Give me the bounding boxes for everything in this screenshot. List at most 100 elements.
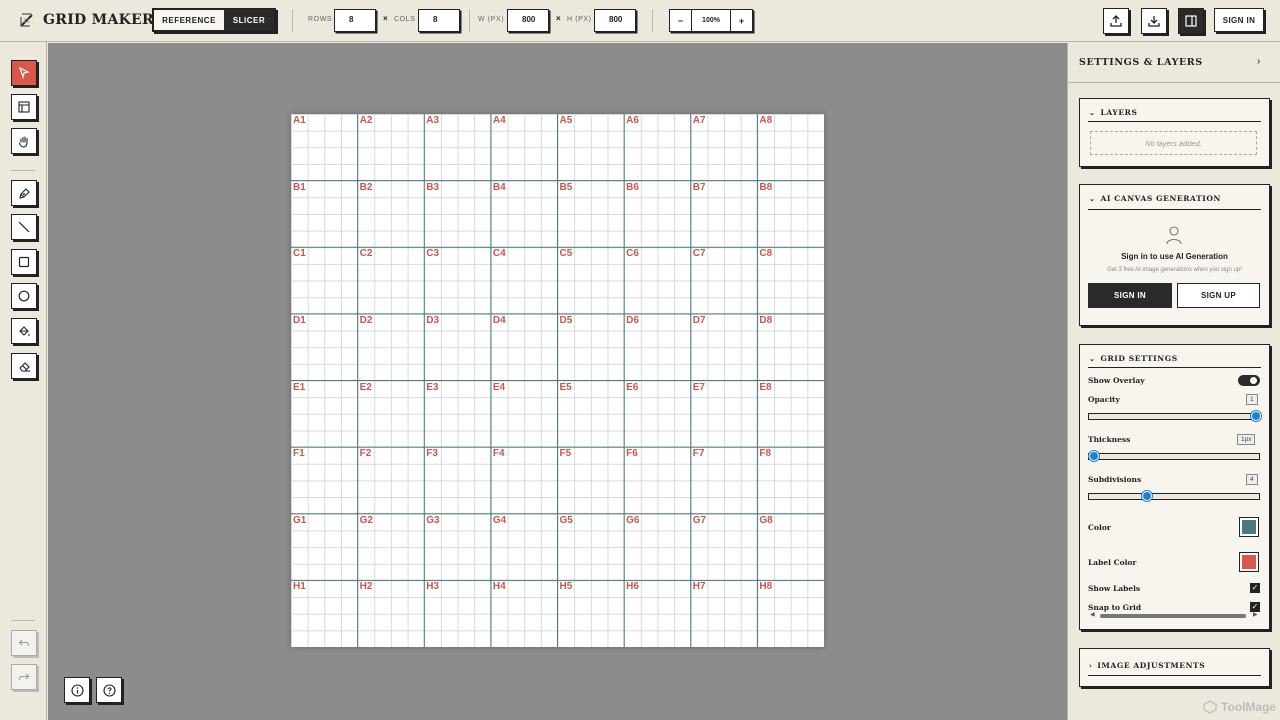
ai-sign-in-button[interactable]: SIGN IN bbox=[1088, 283, 1172, 308]
cell-label: B5 bbox=[559, 181, 573, 193]
cell-label: E3 bbox=[426, 381, 439, 393]
grid-settings-header[interactable]: ⌄ GRID SETTINGS bbox=[1089, 354, 1178, 363]
chevron-right-icon[interactable]: › bbox=[1257, 56, 1260, 67]
scroll-left-icon[interactable]: ◀ bbox=[1090, 611, 1095, 618]
height-input[interactable]: 800 bbox=[594, 9, 636, 32]
scroll-right-icon[interactable]: ▶ bbox=[1253, 611, 1258, 618]
undo-button[interactable] bbox=[11, 630, 37, 656]
ellipse-tool[interactable] bbox=[11, 283, 37, 309]
cursor-icon bbox=[19, 67, 30, 79]
cell-label: D7 bbox=[692, 314, 706, 326]
cell-label: F8 bbox=[759, 448, 772, 460]
fill-tool[interactable] bbox=[11, 318, 37, 344]
cols-input[interactable]: 8 bbox=[418, 9, 460, 32]
canvas-area[interactable]: A1 A2 A3 A4 A5 A6 A7 A8 B1 B2 B3 B4 B5 B6 B7 B8 C1 C2 C3 C4… bbox=[48, 43, 1067, 720]
export-button[interactable] bbox=[1103, 8, 1129, 34]
upload-icon bbox=[1110, 15, 1122, 27]
pen-tool[interactable] bbox=[11, 180, 37, 206]
divider bbox=[1088, 675, 1261, 676]
mode-slicer-button[interactable]: SLICER bbox=[224, 10, 274, 30]
show-labels-checkbox[interactable]: ✓ bbox=[1250, 583, 1260, 593]
opacity-slider[interactable] bbox=[1088, 411, 1261, 421]
cell-label: D8 bbox=[759, 314, 773, 326]
rows-input[interactable]: 8 bbox=[334, 9, 376, 32]
ai-generation-card: ⌄ AI CANVAS GENERATION Sign in to use AI … bbox=[1079, 184, 1270, 326]
cell-label: C6 bbox=[626, 248, 639, 260]
toolmage-logo-icon bbox=[1203, 700, 1217, 714]
download-icon bbox=[1148, 16, 1160, 27]
cell-label: B6 bbox=[626, 181, 639, 193]
image-adjustments-header[interactable]: › IMAGE ADJUSTMENTS bbox=[1089, 661, 1205, 670]
ai-sign-up-button[interactable]: SIGN UP bbox=[1177, 283, 1260, 308]
cell-label: E2 bbox=[359, 381, 372, 393]
cell-label: B3 bbox=[426, 181, 440, 193]
horizontal-scrollbar[interactable]: ◀ ▶ bbox=[1088, 611, 1260, 619]
help-button[interactable] bbox=[96, 677, 122, 703]
times-glyph: × bbox=[556, 14, 561, 23]
cell-label: C8 bbox=[759, 248, 773, 260]
pan-tool[interactable] bbox=[11, 128, 37, 154]
help-icon bbox=[102, 683, 116, 697]
cell-label: C1 bbox=[293, 248, 306, 260]
zoom-out-button[interactable]: − bbox=[670, 10, 691, 31]
toggle-panel-button[interactable] bbox=[1178, 8, 1204, 34]
rows-label: ROWS bbox=[308, 16, 333, 23]
mode-reference-button[interactable]: REFERENCE bbox=[154, 10, 224, 30]
grid-canvas[interactable]: A1 A2 A3 A4 A5 A6 A7 A8 B1 B2 B3 B4 B5 B6 B7 B8 C1 C2 C3 C4… bbox=[291, 114, 824, 647]
cols-label: COLS bbox=[394, 16, 416, 23]
image-adjustments-card: › IMAGE ADJUSTMENTS bbox=[1079, 648, 1270, 687]
cell-label: H7 bbox=[692, 581, 706, 593]
cell-label: H1 bbox=[293, 581, 306, 593]
cell-label: A3 bbox=[426, 115, 440, 126]
slider-thumb[interactable] bbox=[1089, 451, 1099, 461]
hand-icon bbox=[18, 135, 28, 148]
panel-header: SETTINGS & LAYERS › bbox=[1068, 43, 1280, 83]
info-icon bbox=[70, 683, 84, 697]
cell-label: C5 bbox=[559, 248, 573, 260]
ai-header[interactable]: ⌄ AI CANVAS GENERATION bbox=[1089, 194, 1221, 203]
cell-label: A2 bbox=[359, 115, 373, 126]
show-overlay-toggle[interactable] bbox=[1238, 375, 1260, 386]
thickness-value: 1px bbox=[1237, 434, 1256, 445]
cell-label: E7 bbox=[692, 381, 705, 393]
info-button[interactable] bbox=[64, 677, 90, 703]
app-title: GRID MAKER bbox=[43, 12, 154, 28]
cell-label: D2 bbox=[359, 314, 373, 326]
download-button[interactable] bbox=[1141, 8, 1167, 34]
pen-icon bbox=[18, 187, 30, 199]
slider-thumb[interactable] bbox=[1142, 491, 1153, 501]
show-labels-label: Show Labels bbox=[1088, 584, 1141, 593]
cell-label: F3 bbox=[426, 448, 438, 460]
width-input[interactable]: 800 bbox=[507, 9, 549, 32]
undo-icon bbox=[18, 639, 30, 646]
cell-label: F4 bbox=[492, 448, 505, 460]
slider-thumb[interactable] bbox=[1251, 411, 1261, 421]
sign-in-button[interactable]: SIGN IN bbox=[1214, 8, 1264, 32]
redo-button[interactable] bbox=[11, 664, 37, 690]
eraser-tool[interactable] bbox=[11, 353, 37, 379]
layers-title: LAYERS bbox=[1100, 108, 1138, 117]
chevron-down-icon: ⌄ bbox=[1089, 354, 1096, 363]
label-color-label: Label Color bbox=[1088, 558, 1137, 567]
cell-label: C4 bbox=[492, 248, 506, 260]
scrollbar-thumb[interactable] bbox=[1100, 614, 1246, 618]
top-bar: GRID MAKER REFERENCE SLICER ROWS 8 × COL… bbox=[0, 0, 1280, 42]
height-label: H (PX) bbox=[567, 16, 592, 23]
layout-tool[interactable] bbox=[11, 94, 37, 120]
zoom-in-button[interactable]: + bbox=[731, 10, 752, 31]
grid-color-swatch[interactable] bbox=[1239, 517, 1259, 537]
thickness-slider[interactable] bbox=[1088, 451, 1260, 461]
label-color-swatch[interactable] bbox=[1239, 552, 1259, 572]
eraser-icon bbox=[18, 361, 30, 372]
select-tool[interactable] bbox=[11, 60, 37, 86]
cell-label: C7 bbox=[692, 248, 706, 260]
paint-bucket-icon bbox=[18, 325, 30, 336]
cell-label: D4 bbox=[492, 314, 506, 326]
subdivisions-slider[interactable] bbox=[1088, 491, 1260, 501]
line-tool[interactable] bbox=[11, 214, 37, 240]
cell-label: E1 bbox=[293, 381, 306, 393]
times-glyph: × bbox=[383, 14, 388, 23]
layers-header[interactable]: ⌄ LAYERS bbox=[1089, 108, 1138, 117]
rectangle-tool[interactable] bbox=[11, 249, 37, 275]
grid-color-fill bbox=[1242, 520, 1256, 534]
